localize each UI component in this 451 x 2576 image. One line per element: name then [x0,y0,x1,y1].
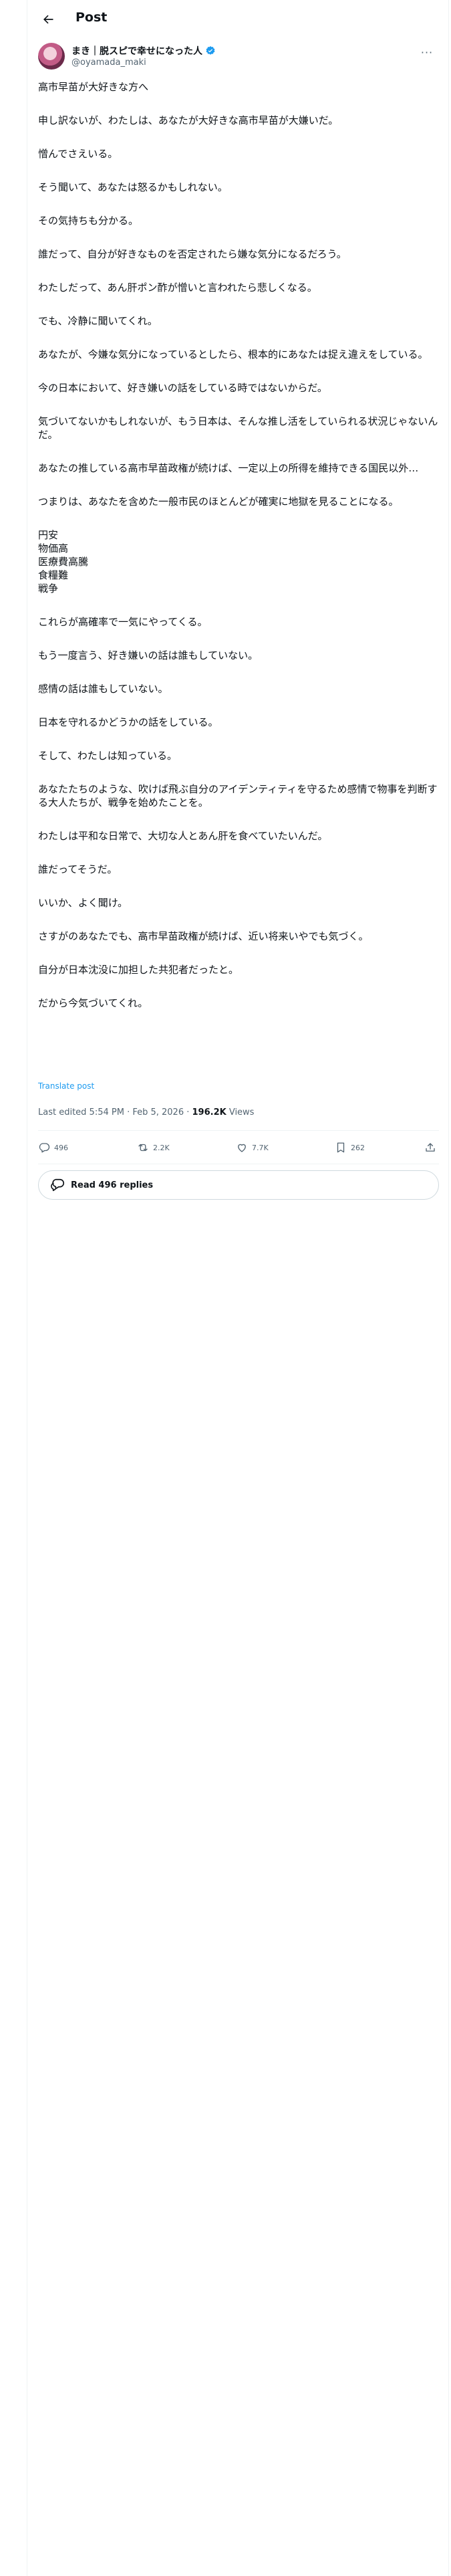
post-text: 高市早苗が大好きな方へ 申し訳ないが、わたしは、あなたが大好きな高市早苗が大嫌い… [38,80,439,1010]
post-paragraph: そして、わたしは知っている。 [38,750,178,762]
post-meta: Last edited 5:54 PM · Feb 5, 2026 · 196.… [38,1107,254,1117]
translate-post-link[interactable]: Translate post [38,1081,94,1091]
post-paragraph: あなたが、今嫌な気分になっているとしたら、根本的にあなたは捉え違えをしている。 [38,348,428,360]
bookmark-button[interactable]: 262 [335,1142,365,1154]
post-paragraph: あなたの推している高市早苗政権が続けば、一定以上の所得を維持できる国民以外… [38,462,419,474]
post-paragraph: だから今気づいてくれ。 [38,997,148,1009]
post-paragraph: 高市早苗が大好きな方へ [38,81,149,93]
list-item: 医療費高騰 [38,556,89,568]
post-paragraph: そう聞いて、あなたは怒るかもしれない。 [38,181,228,193]
list-item: 物価高 [38,542,69,554]
post-paragraph: もう一度言う、好き嫌いの話は誰もしていない。 [38,649,259,661]
read-replies-button[interactable]: Read 496 replies [38,1170,439,1200]
post-paragraph: 今の日本において、好き嫌いの話をしている時ではないからだ。 [38,382,327,394]
post-paragraph: 誰だってそうだ。 [38,863,118,875]
like-count: 7.7K [252,1143,269,1152]
repost-count: 2.2K [153,1143,170,1152]
list-item: 食糧難 [38,569,69,581]
post-paragraph: でも、冷静に聞いてくれ。 [38,315,158,327]
bookmark-count: 262 [351,1143,365,1152]
like-button[interactable]: 7.7K [236,1142,269,1154]
reply-button[interactable]: 496 [38,1142,68,1154]
views-count: 196.2K [192,1107,227,1117]
back-button[interactable] [38,9,58,29]
post-paragraph: 申し訳ないが、わたしは、あなたが大好きな高市早苗が大嫌いだ。 [38,114,339,126]
post-paragraph: 誰だって、自分が好きなものを否定されたら嫌な気分になるだろう。 [38,248,347,260]
heart-icon [238,1144,246,1152]
reply-icon [39,1143,50,1153]
repost-icon [138,1144,148,1152]
repost-button[interactable]: 2.2K [137,1142,170,1154]
reply-count: 496 [54,1143,68,1152]
share-button[interactable] [424,1142,436,1154]
page-title: Post [76,10,108,25]
share-icon [426,1143,435,1152]
author-name[interactable]: まき｜脱スピで幸せになった人 [71,44,202,58]
replies-bubble-icon [51,1178,64,1192]
post-paragraph: 日本を守れるかどうかの話をしている。 [38,716,218,728]
verified-badge-icon [206,46,215,55]
main-column: Post まき｜脱スピで幸せになった人 @oyamada_maki ··· 高市… [27,0,449,2576]
post-timestamp[interactable]: Last edited 5:54 PM · Feb 5, 2026 · [38,1107,192,1117]
top-bar: Post [27,0,448,38]
more-options-button[interactable]: ··· [419,45,435,59]
post-paragraph: その気持ちも分かる。 [38,215,139,227]
more-dots-icon: ··· [420,45,434,59]
read-replies-label: Read 496 replies [71,1180,154,1190]
avatar[interactable] [38,43,65,70]
list-item: 円安 [38,529,59,541]
post-paragraph: わたしだって、あん肝ポン酢が憎いと言われたら悲しくなる。 [38,282,317,294]
author-handle[interactable]: @oyamada_maki [71,58,146,68]
post-paragraph: これらが高確率で一気にやってくる。 [38,616,208,628]
bookmark-icon [337,1142,345,1153]
divider [38,1130,439,1131]
post-paragraph: 憎んでさえいる。 [38,148,118,160]
post-paragraph: あなたたちのような、吹けば飛ぶ自分のアイデンティティを守るため感情で物事を判断す… [38,783,438,809]
views-label: Views [226,1107,255,1117]
post-paragraph: さすがのあなたでも、高市早苗政権が続けば、近い将来いやでも気づく。 [38,930,369,942]
post-paragraph: いいか、よく聞け。 [38,897,128,909]
post-paragraph: つまりは、あなたを含めた一般市民のほとんどが確実に地獄を見ることになる。 [38,496,399,508]
post-author: まき｜脱スピで幸せになった人 @oyamada_maki ··· [38,43,439,72]
action-bar: 496 2.2K 7.7K 262 [38,1135,439,1162]
post-paragraph: 自分が日本沈没に加担した共犯者だったと。 [38,964,239,976]
post-paragraph: 気づいてないかもしれないが、もう日本は、そんな推し活をしていられる状況じゃないん… [38,415,438,441]
post-paragraph: わたしは平和な日常で、大切な人とあん肝を食べていたいんだ。 [38,830,328,842]
arrow-left-icon [43,15,53,24]
list-item: 戦争 [38,582,59,595]
post-paragraph: 感情の話は誰もしていない。 [38,683,168,695]
